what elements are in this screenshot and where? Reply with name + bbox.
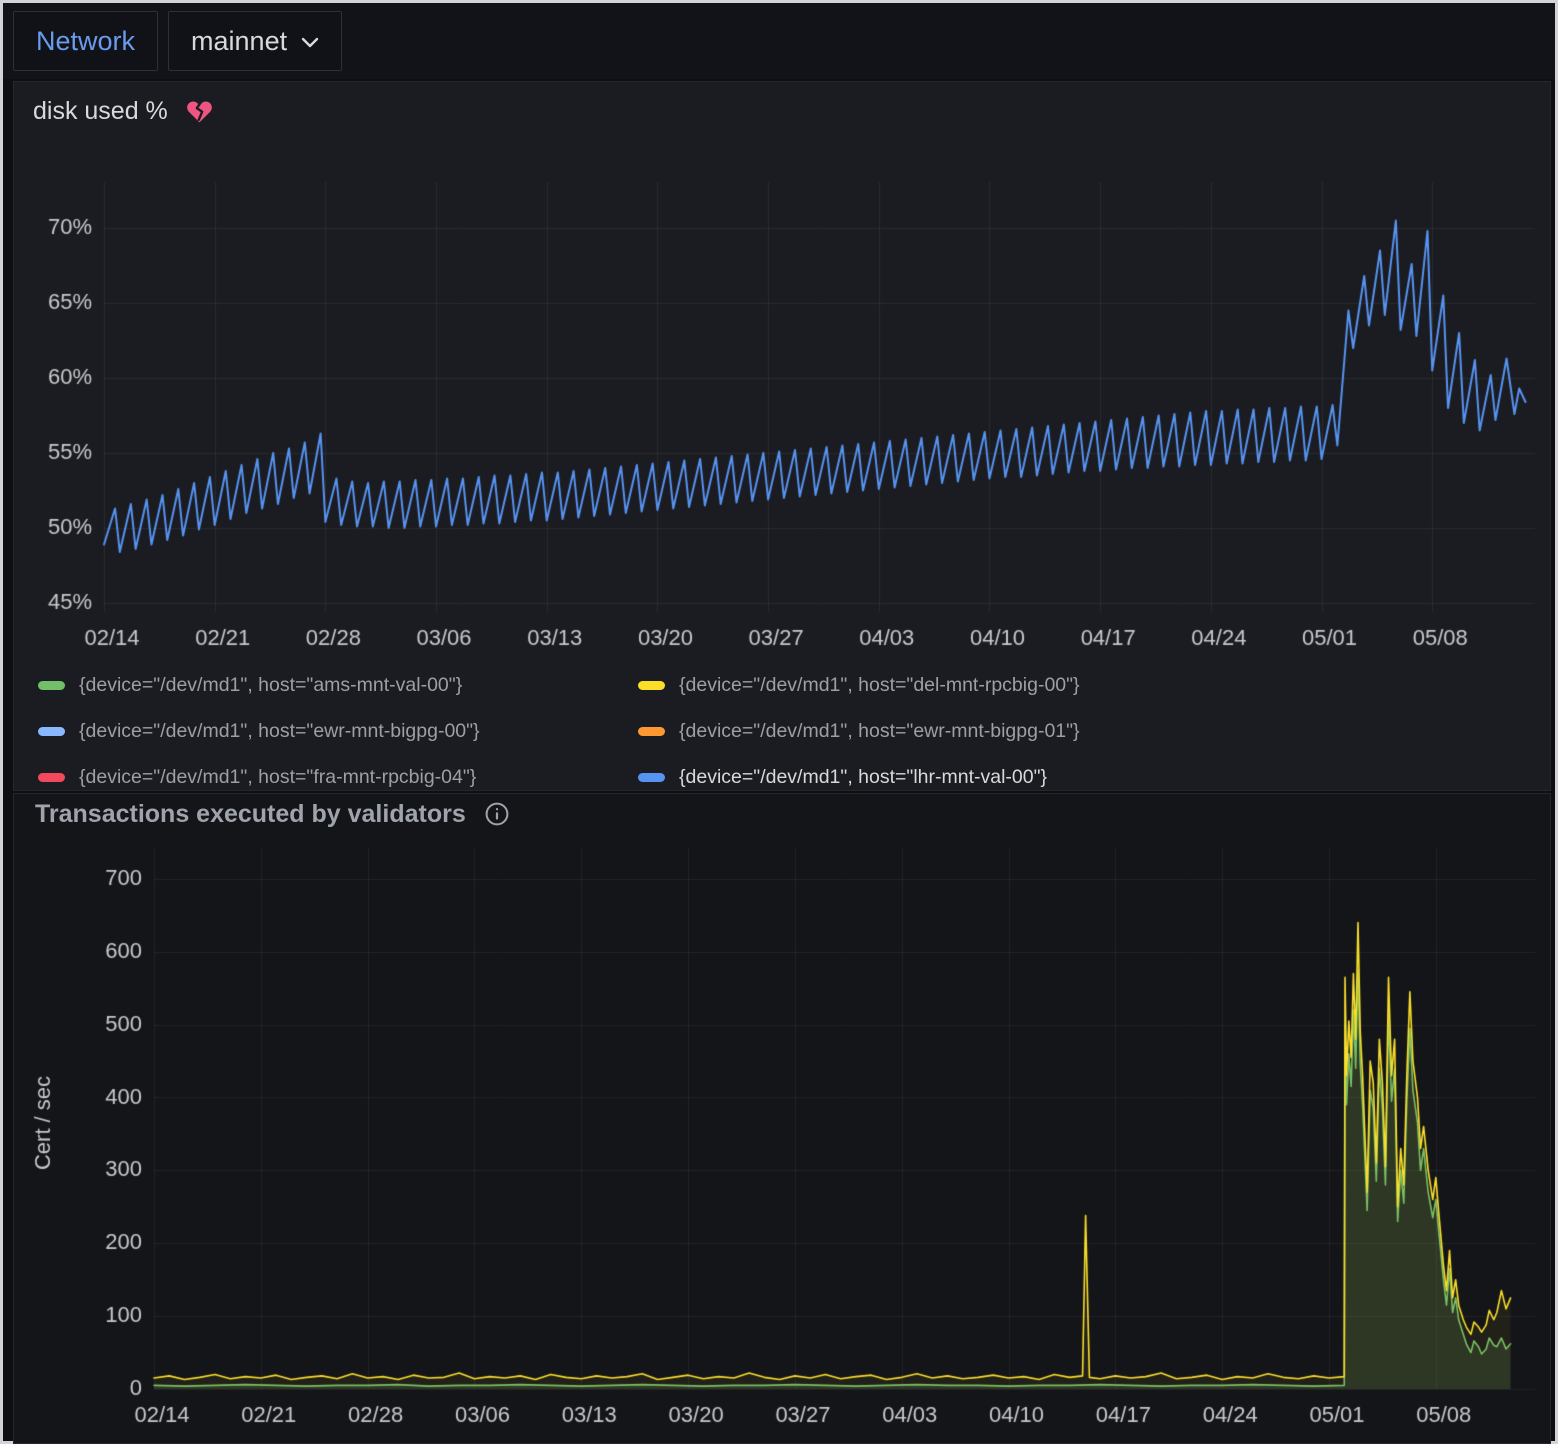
legend-item[interactable]: {device="/dev/md1", host="ams-mnt-val-00… bbox=[38, 662, 638, 708]
legend-series-swatch bbox=[638, 773, 665, 782]
legend-series-label: {device="/dev/md1", host="ewr-mnt-bigpg-… bbox=[79, 720, 480, 743]
variable-label-network[interactable]: Network bbox=[13, 11, 158, 71]
panel-disk-header: disk used % bbox=[14, 82, 1550, 140]
disk-used-chart[interactable] bbox=[14, 142, 1550, 652]
legend-series-label: {device="/dev/md1", host="ams-mnt-val-00… bbox=[79, 674, 462, 697]
panel-transactions: Transactions executed by validators bbox=[13, 793, 1551, 1444]
variable-value-dropdown[interactable]: mainnet bbox=[168, 11, 342, 71]
legend-series-label: {device="/dev/md1", host="lhr-mnt-val-00… bbox=[679, 766, 1047, 789]
disk-chart-legend: {device="/dev/md1", host="ams-mnt-val-00… bbox=[14, 654, 1550, 800]
legend-series-label: {device="/dev/md1", host="del-mnt-rpcbig… bbox=[679, 674, 1080, 697]
panel-tx-header: Transactions executed by validators bbox=[14, 794, 1550, 834]
legend-item[interactable]: {device="/dev/md1", host="del-mnt-rpcbig… bbox=[638, 662, 1550, 708]
legend-series-swatch bbox=[638, 727, 665, 736]
dashboard-submenu: Network mainnet bbox=[3, 3, 1555, 79]
legend-series-swatch bbox=[638, 681, 665, 690]
grafana-dashboard: { "toolbar": { "variable_label": "Networ… bbox=[0, 0, 1558, 1444]
transactions-chart[interactable] bbox=[14, 832, 1550, 1444]
legend-series-swatch bbox=[38, 773, 65, 782]
info-icon[interactable] bbox=[484, 801, 510, 827]
panel-title-disk-used[interactable]: disk used % bbox=[33, 97, 168, 126]
legend-item[interactable]: {device="/dev/md1", host="ewr-mnt-bigpg-… bbox=[638, 708, 1550, 754]
legend-series-label: {device="/dev/md1", host="ewr-mnt-bigpg-… bbox=[679, 720, 1080, 743]
panel-title-transactions[interactable]: Transactions executed by validators bbox=[35, 800, 466, 829]
broken-heart-icon bbox=[186, 99, 213, 124]
legend-series-swatch bbox=[38, 727, 65, 736]
variable-value-text: mainnet bbox=[191, 26, 287, 57]
legend-series-swatch bbox=[38, 681, 65, 690]
chevron-down-icon bbox=[301, 37, 319, 49]
legend-series-label: {device="/dev/md1", host="fra-mnt-rpcbig… bbox=[79, 766, 476, 789]
legend-item[interactable]: {device="/dev/md1", host="ewr-mnt-bigpg-… bbox=[38, 708, 638, 754]
panel-disk-used: disk used % {device="/dev/md1", host="am… bbox=[13, 81, 1551, 791]
